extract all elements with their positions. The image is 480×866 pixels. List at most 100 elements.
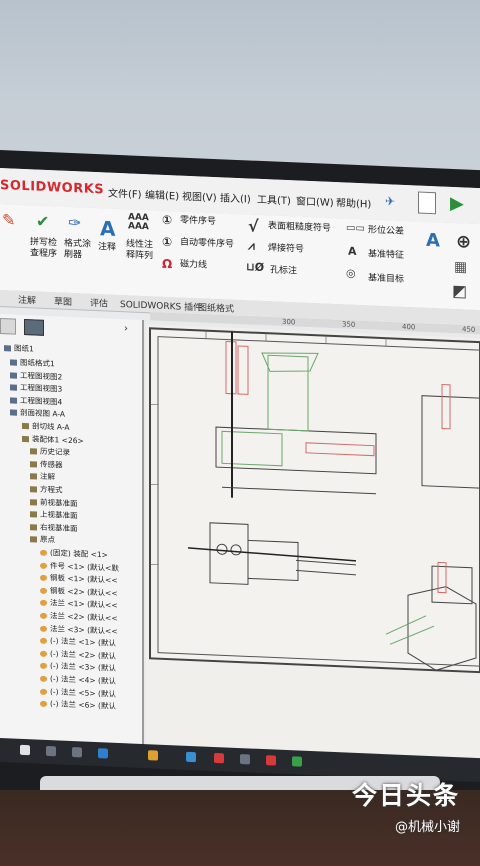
search-icon[interactable] (46, 745, 56, 757)
tree-item-label: 图纸格式1 (20, 357, 55, 369)
menu-tools[interactable]: 工具(T) (257, 191, 291, 207)
file-explorer-icon[interactable] (148, 750, 158, 761)
start-icon[interactable] (20, 744, 30, 756)
menu-insert[interactable]: 插入(I) (220, 189, 251, 205)
part-icon (40, 700, 47, 708)
auto-balloon-icon[interactable]: ① (162, 235, 172, 249)
note-button[interactable]: 注释 (98, 242, 116, 254)
tab-sketch[interactable]: 草图 (54, 294, 72, 308)
tab-annotation[interactable]: 注解 (18, 293, 36, 307)
tree-item[interactable]: (-) 法兰 <4> (默认 (40, 673, 116, 687)
tree-item[interactable]: 上视基准面 (30, 508, 78, 521)
geometric-tolerance-button[interactable]: 形位公差 (368, 225, 404, 238)
drawing-canvas[interactable] (146, 324, 480, 779)
menu-file[interactable]: 文件(F) (108, 185, 142, 201)
smart-dimension-icon[interactable]: ✎ (2, 210, 15, 230)
revision-icon[interactable]: A (426, 230, 440, 252)
balloon-button[interactable]: 零件序号 (180, 216, 216, 229)
browser-icon[interactable] (98, 748, 108, 759)
tab-evaluate[interactable]: 评估 (90, 296, 108, 310)
spell-check-button[interactable]: 拼写检 查程序 (30, 237, 57, 260)
part-icon (40, 675, 47, 682)
surface-finish-icon[interactable]: √ (248, 216, 259, 235)
feature-icon (30, 498, 37, 506)
tree-item[interactable]: 工程图视图2 (10, 369, 62, 382)
open-folder-icon[interactable]: ▶ (450, 193, 464, 215)
hole-callout-icon[interactable]: ⊔Ø (246, 260, 264, 274)
weld-symbol-button[interactable]: 焊接符号 (268, 243, 304, 256)
part-icon (40, 574, 47, 582)
tree-item[interactable]: 前视基准面 (30, 496, 78, 509)
linear-pattern-icon[interactable]: AAA AAA (128, 212, 149, 232)
hole-callout-button[interactable]: 孔标注 (270, 265, 297, 277)
app-icon[interactable] (240, 754, 250, 765)
pin-icon[interactable]: ✈ (385, 194, 395, 208)
tree-root[interactable]: 图纸1 (4, 342, 34, 354)
table-icon[interactable]: ▦ (454, 259, 467, 276)
tree-item-label: 方程式 (40, 484, 63, 495)
tree-item[interactable]: 图纸格式1 (10, 356, 55, 369)
linear-pattern-button[interactable]: 线性注 释阵列 (126, 239, 153, 262)
feature-icon (30, 461, 37, 468)
datum-target-icon[interactable]: ◎ (346, 267, 356, 280)
spell-check-icon[interactable]: ✔ (36, 212, 49, 232)
watermark-brand: 今日头条 (351, 781, 460, 810)
tree-item[interactable]: (-) 法兰 <3> (默认 (40, 660, 116, 674)
tree-item[interactable]: 装配体1 <26> (22, 433, 84, 447)
tree-item[interactable]: 原点 (30, 534, 55, 546)
tree-item[interactable]: 工程图视图3 (10, 382, 62, 395)
magnetic-line-icon[interactable]: Ω (162, 257, 172, 271)
center-mark-icon[interactable]: ⊕ (456, 231, 471, 253)
solidworks-icon[interactable] (214, 752, 224, 764)
tree-item-label: 右视基准面 (40, 522, 78, 534)
feature-icon (30, 486, 37, 493)
balloon-icon[interactable]: ① (162, 213, 172, 227)
note-icon[interactable]: A (100, 216, 115, 241)
tree-item[interactable]: 注解 (30, 471, 55, 483)
tree-item[interactable]: 历史记录 (30, 445, 70, 458)
area-hatch-icon[interactable]: ◩ (452, 281, 467, 301)
feature-manager-icon[interactable] (0, 318, 16, 335)
tree-item[interactable]: 右视基准面 (30, 521, 78, 534)
tree-item-label: (-) 法兰 <5> (默认 (50, 686, 116, 699)
tab-sheet-format[interactable]: 图纸格式 (198, 300, 234, 315)
tree-item[interactable]: 工程图视图4 (10, 394, 62, 407)
tree-item[interactable]: 剖切线 A-A (22, 420, 70, 433)
format-painter-icon[interactable]: ✑ (68, 213, 81, 233)
task-view-icon[interactable] (72, 747, 82, 758)
ruler-label: 350 (342, 320, 356, 329)
datum-feature-icon[interactable]: A (348, 245, 357, 258)
tree-item[interactable]: (-) 法兰 <6> (默认 (40, 698, 116, 712)
app-icon[interactable] (266, 755, 276, 766)
tree-item[interactable]: (-) 法兰 <1> (默认 (40, 635, 116, 649)
tree-item[interactable]: 剖面视图 A-A (10, 407, 65, 420)
property-manager-icon[interactable] (24, 319, 44, 336)
format-painter-button[interactable]: 格式涂 刷器 (64, 239, 91, 262)
menu-view[interactable]: 视图(V) (182, 188, 217, 204)
menu-help[interactable]: 帮助(H) (336, 194, 371, 210)
tree-item[interactable]: (-) 法兰 <2> (默认 (40, 647, 116, 661)
datum-target-button[interactable]: 基准目标 (368, 273, 404, 286)
menu-window[interactable]: 窗口(W) (296, 192, 334, 209)
tree-item[interactable]: (固定) 装配 <1> (40, 547, 108, 561)
tree-item[interactable]: 方程式 (30, 483, 63, 495)
tree-item[interactable]: (-) 法兰 <5> (默认 (40, 685, 116, 699)
tab-addins[interactable]: SOLIDWORKS 插件 (120, 297, 202, 313)
wechat-icon[interactable] (292, 756, 302, 767)
weld-symbol-icon[interactable]: ⩘ (248, 238, 255, 253)
feature-icon (30, 536, 37, 543)
part-icon (40, 612, 47, 619)
expand-chevron-icon[interactable]: › (124, 323, 128, 334)
menu-edit[interactable]: 编辑(E) (145, 186, 179, 202)
datum-feature-button[interactable]: 基准特征 (368, 249, 404, 262)
app-icon[interactable] (186, 751, 196, 763)
tree-item-label: (-) 法兰 <3> (默认 (50, 661, 116, 674)
auto-balloon-button[interactable]: 自动零件序号 (180, 238, 234, 251)
tree-item[interactable]: 传感器 (30, 458, 63, 470)
new-document-icon[interactable] (418, 191, 436, 215)
tree-item-label: 剖面视图 A-A (20, 408, 66, 420)
tree-item-label: 装配体1 <26> (32, 433, 84, 446)
magnetic-line-button[interactable]: 磁力线 (180, 260, 207, 272)
geometric-tolerance-icon[interactable]: ▭▭ (346, 223, 365, 235)
surface-finish-button[interactable]: 表面粗糙度符号 (268, 221, 331, 235)
